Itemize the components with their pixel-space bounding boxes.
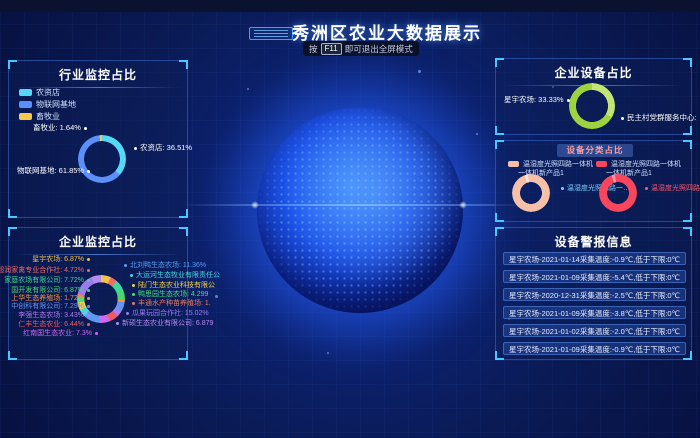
legend-label: 物联网基地	[36, 99, 76, 110]
alarm-row: 星宇农场-2021-01-02采集温度:-2.0℃,低于下限:0℃	[503, 324, 686, 337]
panel-industry-ratio: 行业监控占比 农资店 物联网基地 畜牧业 畜牧业: 1.64% 农资店: 36.…	[8, 60, 188, 218]
flare-point-left	[251, 201, 259, 209]
chart-label: 超润家禽专业合作社: 4.72%	[0, 265, 93, 275]
chart-label: 红南国生态农业: 7.3%	[23, 328, 101, 338]
legend-item[interactable]: 畜牧业	[19, 111, 60, 122]
legend-label: 农资店	[36, 87, 60, 98]
chart-label: 新硕生态农业有限公司: 6.879	[113, 318, 213, 328]
decor-dot	[327, 352, 329, 354]
brand-logo	[249, 27, 293, 40]
chart-label: 畜牧业: 1.64%	[33, 122, 90, 133]
legend-item[interactable]: 农资店	[19, 87, 60, 98]
legend-swatch	[19, 101, 32, 108]
chart-label: 瓜果玩园合作社: 15.02%	[123, 308, 209, 318]
panel-title: 行业监控占比	[9, 61, 187, 83]
chart-label: 星宇农场: 33.33%	[504, 94, 573, 105]
alarm-row: 星宇农场-2021-01-09采集温度:-3.8℃,低于下限:0℃	[503, 306, 686, 319]
decor-dot	[247, 88, 249, 90]
legend-item[interactable]: 物联网基地	[19, 99, 76, 110]
device-donut-chart[interactable]	[569, 83, 615, 129]
chart-label: 农资店: 36.51%	[131, 142, 192, 153]
top-bar	[0, 0, 700, 12]
chart-label: 家庭农场有限公司: 7.72%	[4, 275, 93, 285]
panel-device-ratio: 企业设备占比 星宇农场: 33.33% 民主村党群服务中心:	[495, 58, 692, 135]
chart-label: 物联网基地: 61.85%	[17, 165, 93, 176]
panel-enterprise-ratio: 企业监控占比 星宇农场: 6.87% 超润家禽专业合作社: 4.72% 家庭农场…	[8, 227, 188, 360]
chart-label: 北刘鸭生态农场: 11.36%	[121, 260, 206, 270]
globe-highlight	[257, 107, 463, 313]
alarm-row: 星宇农场-2020-12-31采集温度:-2.5℃,低于下限:0℃	[503, 288, 686, 301]
classification-left-donut[interactable]	[512, 174, 550, 212]
classification-right-donut[interactable]	[599, 174, 637, 212]
legend-label: 畜牧业	[36, 111, 60, 122]
legend-swatch	[508, 161, 519, 167]
alarm-row: 星宇农场-2021-01-09采集温度:-0.9℃,低于下限:0℃	[503, 342, 686, 355]
legend-swatch	[19, 113, 32, 120]
decor-dot	[476, 133, 478, 135]
horizontal-flare	[180, 204, 540, 206]
decor-dot	[215, 295, 218, 298]
alarm-row: 星宇农场-2021-01-09采集温度:-5.4℃,低于下限:0℃	[503, 270, 686, 283]
panel-title: 企业监控占比	[9, 228, 187, 250]
chart-label: 民主村党群服务中心:	[618, 112, 697, 123]
callout-label: 温湿度光照四路一…	[642, 183, 700, 193]
flare-point-right	[459, 201, 467, 209]
chart-label: 星宇农场: 6.87%	[32, 254, 93, 264]
chart-label: 丰通水产种苗养殖场: 1.	[129, 298, 211, 308]
alarm-row: 星宇农场-2021-01-14采集温度:-0.9℃,低于下限:0℃	[503, 252, 686, 265]
panel-alarm-info: 设备警报信息 星宇农场-2021-01-14采集温度:-0.9℃,低于下限:0℃…	[495, 227, 692, 360]
panel-title-badge: 设备分类占比	[557, 144, 633, 157]
panel-title: 企业设备占比	[496, 59, 691, 81]
panel-device-classification: 设备分类占比 温湿度光照四路一体机 一体机新产品1 温湿度光照四路一… 温湿度光…	[495, 140, 692, 222]
hint-prefix: 按	[309, 43, 318, 55]
chart-label: 大运河生态牧业有限责任公	[127, 270, 220, 280]
panel-title: 设备警报信息	[496, 228, 691, 250]
legend-swatch	[19, 89, 32, 96]
legend-swatch	[596, 161, 607, 167]
decor-dot	[418, 70, 421, 73]
